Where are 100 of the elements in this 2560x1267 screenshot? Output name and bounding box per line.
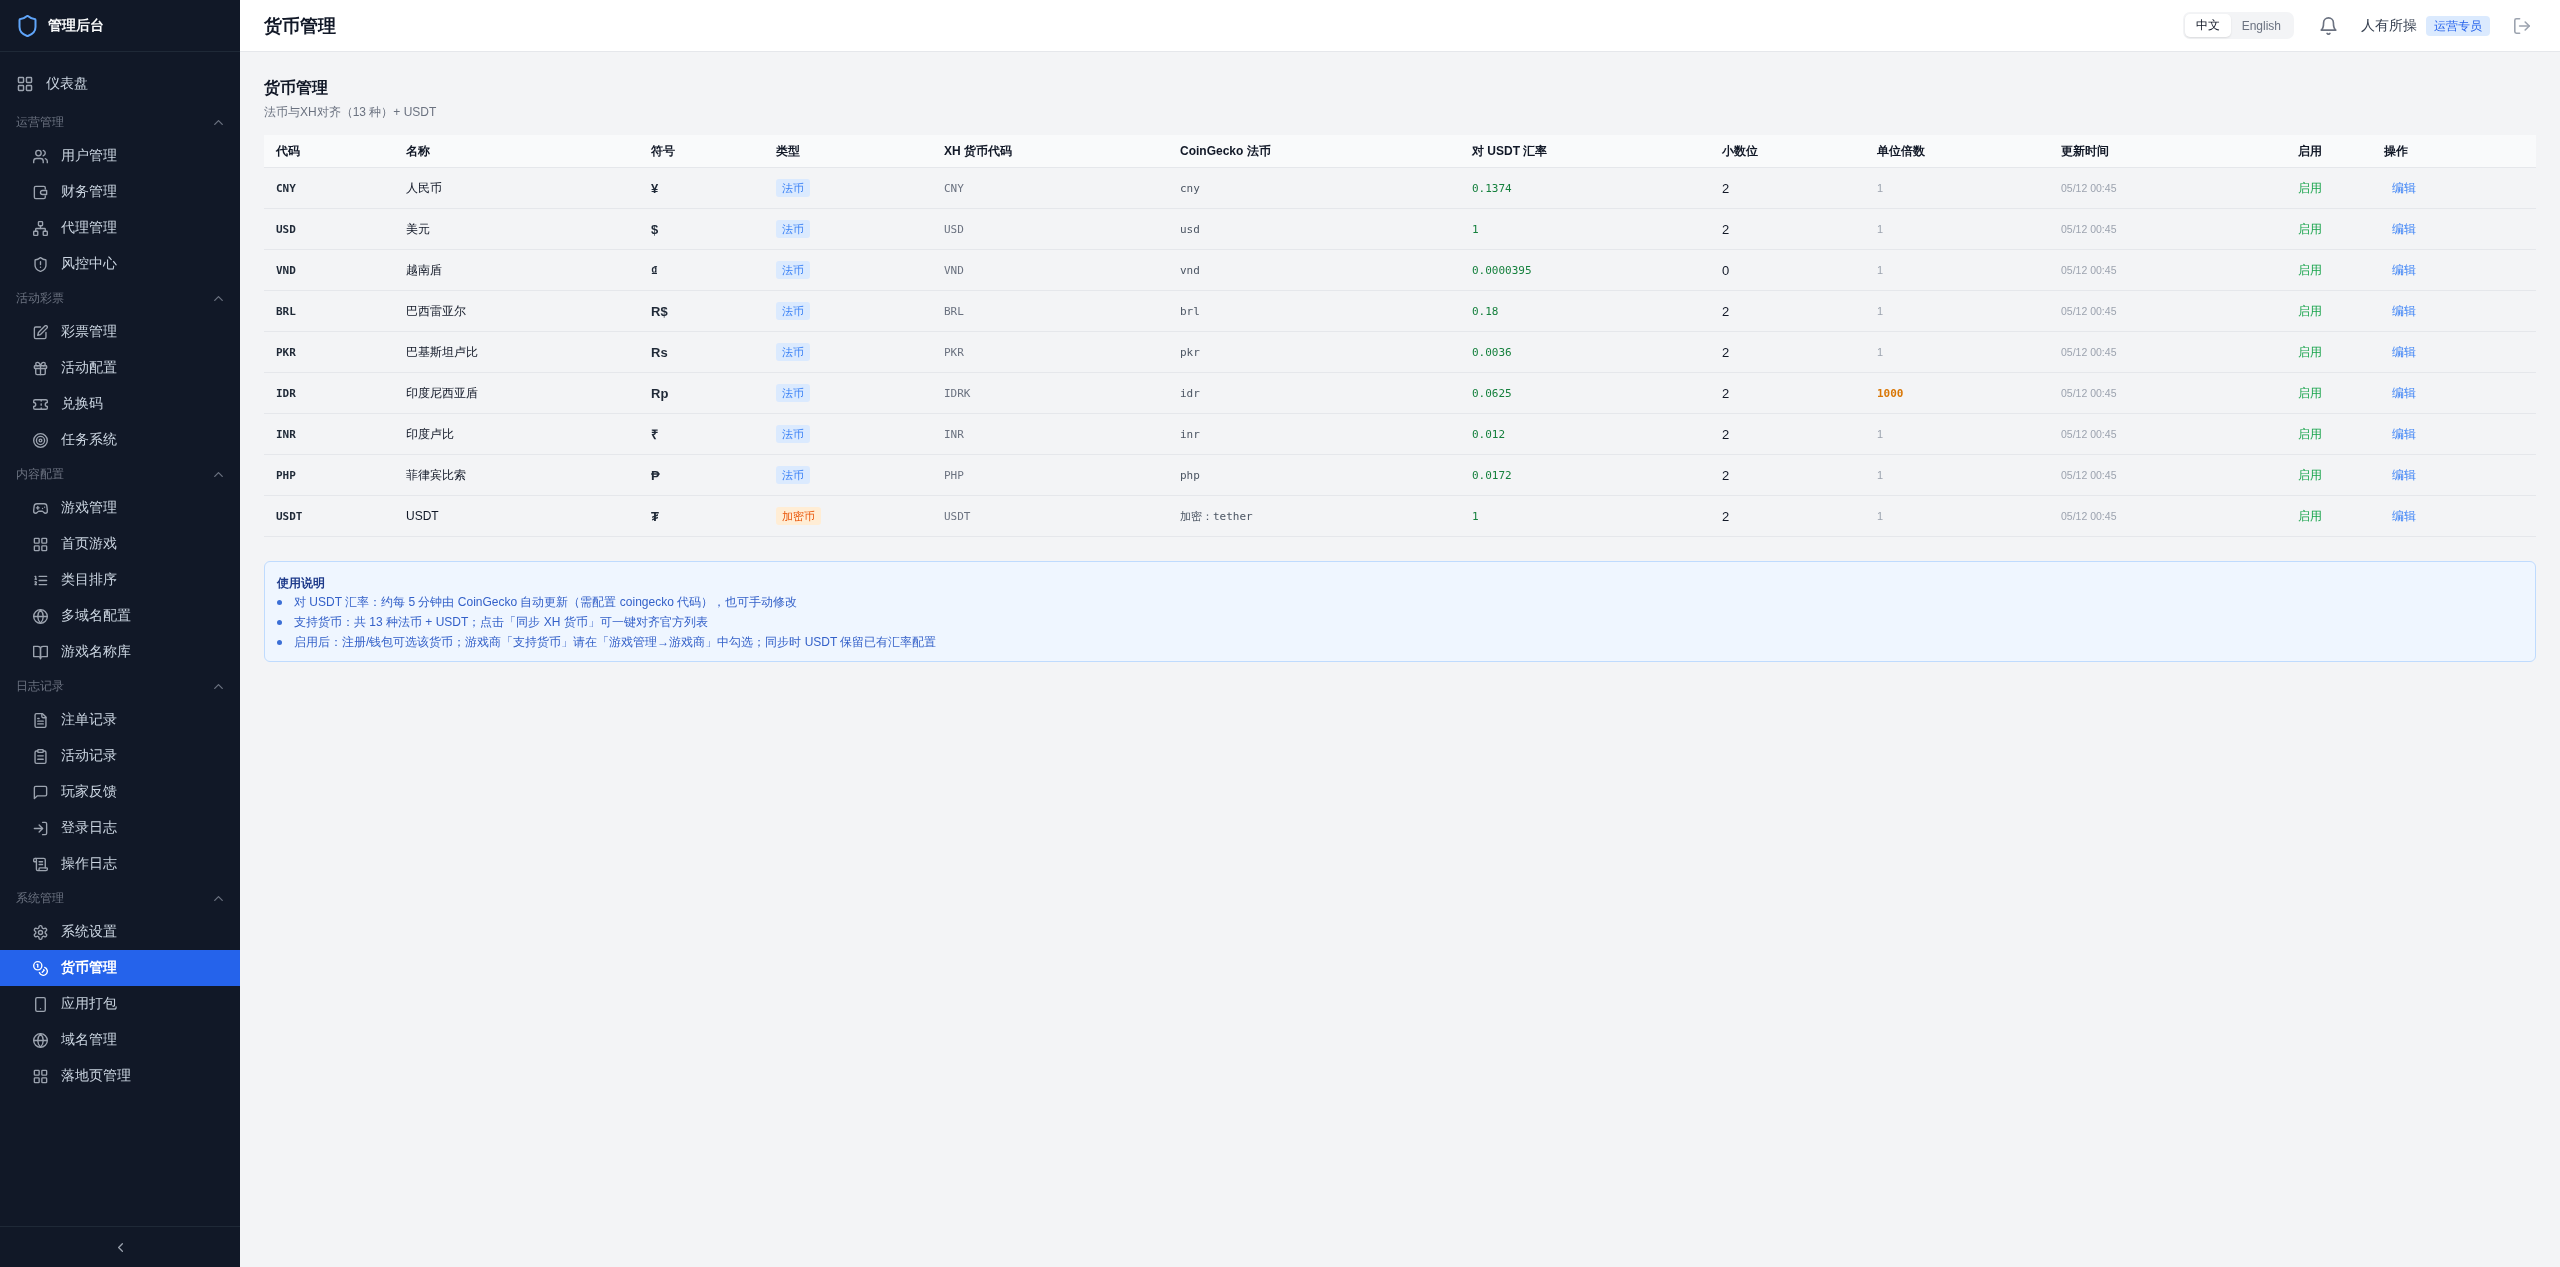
sidebar-item[interactable]: 活动记录 xyxy=(0,738,240,774)
sidebar-item[interactable]: 游戏管理 xyxy=(0,490,240,526)
note-text: 对 USDT 汇率：约每 5 分钟由 CoinGecko 自动更新（需配置 coingecko 代码），也可手动修改 xyxy=(294,593,798,611)
chevron-up-icon[interactable] xyxy=(214,683,223,689)
sidebar-item[interactable]: 登录日志 xyxy=(0,810,240,846)
table-cell: usd xyxy=(1168,208,1460,250)
bell-icon[interactable] xyxy=(2320,16,2337,35)
role-badge: 运营专员 xyxy=(2426,15,2490,36)
table-cell: IDR xyxy=(264,372,394,414)
sidebar-item[interactable]: 代理管理 xyxy=(0,210,240,246)
table-cell: 05/12 00:45 xyxy=(2049,167,2286,209)
sidebar-item[interactable]: 彩票管理 xyxy=(0,314,240,350)
table-cell: 1 xyxy=(1865,290,2049,332)
edit-link[interactable]: 编辑 xyxy=(2384,343,2424,361)
section-heading: 运营管理 xyxy=(16,113,64,131)
table-cell: PHP xyxy=(932,454,1168,496)
chevron-up-icon[interactable] xyxy=(214,471,223,477)
type-tag: 加密币 xyxy=(776,507,821,525)
edit-link[interactable]: 编辑 xyxy=(2384,220,2424,238)
table-cell: 05/12 00:45 xyxy=(2049,208,2286,250)
sidebar-item[interactable]: 用户管理 xyxy=(0,138,240,174)
column-header: 操作 xyxy=(2372,135,2536,168)
sidebar-item[interactable]: 注单记录 xyxy=(0,702,240,738)
chevron-up-icon[interactable] xyxy=(214,895,223,901)
sidebar-item[interactable]: 域名管理 xyxy=(0,1022,240,1058)
sidebar-item[interactable]: 游戏名称库 xyxy=(0,634,240,670)
table-cell: 0.0625 xyxy=(1460,372,1710,414)
gamepad-icon xyxy=(33,500,48,516)
table-cell: 2 xyxy=(1710,413,1865,455)
column-header: 小数位 xyxy=(1710,135,1865,168)
section-heading: 内容配置 xyxy=(16,465,64,483)
hierarchy-icon xyxy=(33,220,48,236)
table-cell: idr xyxy=(1168,372,1460,414)
table-cell: 05/12 00:45 xyxy=(2049,372,2286,414)
edit-link[interactable]: 编辑 xyxy=(2384,261,2424,279)
sidebar-item[interactable]: 类目排序 xyxy=(0,562,240,598)
settings-icon xyxy=(33,924,48,940)
table-cell: 2 xyxy=(1710,167,1865,209)
chevron-up-icon[interactable] xyxy=(214,119,223,125)
section-heading: 日志记录 xyxy=(16,677,64,695)
target-icon xyxy=(33,432,48,448)
chevron-up-icon[interactable] xyxy=(214,295,223,301)
language-tab[interactable]: 中文 xyxy=(2184,14,2231,37)
edit-link[interactable]: 编辑 xyxy=(2384,507,2424,525)
table-cell: 1 xyxy=(1460,208,1710,250)
sidebar-item[interactable]: 应用打包 xyxy=(0,986,240,1022)
type-tag: 法币 xyxy=(776,466,810,484)
table-cell: ¥ xyxy=(639,167,764,209)
sidebar-item[interactable]: 活动配置 xyxy=(0,350,240,386)
bullet-icon xyxy=(277,619,282,625)
sidebar-item[interactable]: 任务系统 xyxy=(0,422,240,458)
edit-link[interactable]: 编辑 xyxy=(2384,466,2424,484)
sidebar-item[interactable]: 操作日志 xyxy=(0,846,240,882)
column-header: 单位倍数 xyxy=(1865,135,2049,168)
note-text: 支持货币：共 13 种法币 + USDT；点击「同步 XH 货币」可一键对齐官方列表 xyxy=(294,613,708,631)
sidebar-item[interactable]: 落地页管理 xyxy=(0,1058,240,1094)
user-name: 人有所操 xyxy=(2361,16,2417,35)
table-cell: 1000 xyxy=(1865,372,2049,414)
logout-icon[interactable] xyxy=(2514,17,2530,34)
table-cell: 2 xyxy=(1710,331,1865,373)
collapse-chevron-icon[interactable] xyxy=(117,1242,123,1252)
document-icon xyxy=(33,712,48,728)
language-tab[interactable]: English xyxy=(2230,14,2292,37)
sidebar-item[interactable]: 首页游戏 xyxy=(0,526,240,562)
table-cell: VND xyxy=(932,249,1168,291)
edit-link[interactable]: 编辑 xyxy=(2384,179,2424,197)
sidebar-item[interactable]: 兑换码 xyxy=(0,386,240,422)
type-tag: 法币 xyxy=(776,179,810,197)
sidebar-item[interactable]: 多域名配置 xyxy=(0,598,240,634)
notes-title: 使用说明 xyxy=(277,575,326,592)
table-cell: CNY xyxy=(932,167,1168,209)
table-cell: 越南盾 xyxy=(394,249,639,291)
table-cell: 1 xyxy=(1460,495,1710,537)
table-cell: ₱ xyxy=(639,454,764,496)
sidebar-item[interactable]: 玩家反馈 xyxy=(0,774,240,810)
gift-icon xyxy=(33,360,48,376)
sidebar-item[interactable]: 财务管理 xyxy=(0,174,240,210)
sidebar-item[interactable]: 货币管理 xyxy=(0,950,240,986)
bullet-icon xyxy=(277,639,282,645)
coins-icon xyxy=(33,960,48,976)
column-header: 名称 xyxy=(394,135,639,168)
table-cell: cny xyxy=(1168,167,1460,209)
edit-link[interactable]: 编辑 xyxy=(2384,384,2424,402)
sidebar-item[interactable]: 系统设置 xyxy=(0,914,240,950)
header-title: 货币管理 xyxy=(264,14,337,38)
table-cell: 印度卢比 xyxy=(394,413,639,455)
edit-link[interactable]: 编辑 xyxy=(2384,425,2424,443)
table-cell: PKR xyxy=(264,331,394,373)
table-cell: 0.0000395 xyxy=(1460,249,1710,291)
table-cell: inr xyxy=(1168,413,1460,455)
table-cell: USD xyxy=(264,208,394,250)
sidebar-item[interactable]: 风控中心 xyxy=(0,246,240,282)
column-header: 代码 xyxy=(264,135,394,168)
sidebar-item[interactable]: 仪表盘 xyxy=(0,66,240,102)
edit-link[interactable]: 编辑 xyxy=(2384,302,2424,320)
table-cell: 0.18 xyxy=(1460,290,1710,332)
table-cell: 启用 xyxy=(2286,413,2372,455)
table-cell: 加密：tether xyxy=(1168,495,1460,537)
table-cell: 0.0036 xyxy=(1460,331,1710,373)
table-cell: 1 xyxy=(1865,167,2049,209)
